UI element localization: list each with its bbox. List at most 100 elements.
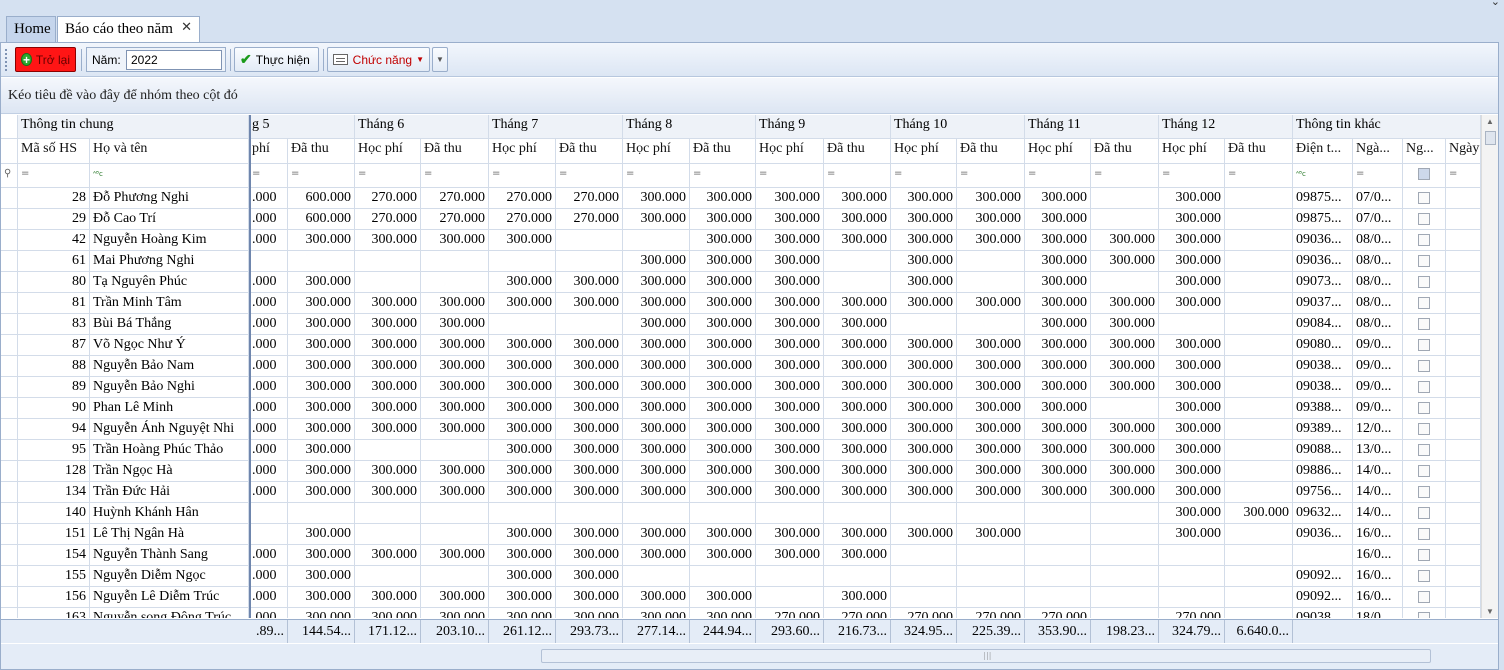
cell-amount[interactable]: [1159, 587, 1225, 608]
cell-amount[interactable]: 300.000: [355, 545, 421, 566]
filter-checkbox[interactable]: [1418, 168, 1430, 180]
cell-join-date[interactable]: [1446, 440, 1481, 461]
cell-amount[interactable]: 300.000: [756, 419, 824, 440]
cell-phone[interactable]: 09389...: [1293, 419, 1353, 440]
cell-amount[interactable]: 300.000: [957, 377, 1025, 398]
cell-amount[interactable]: [891, 503, 957, 524]
cell-amount[interactable]: 300.000: [288, 419, 355, 440]
cell-amount[interactable]: 300.000: [957, 209, 1025, 230]
cell-amount[interactable]: [957, 272, 1025, 293]
row-checkbox[interactable]: [1418, 444, 1430, 456]
row-indicator[interactable]: [1, 524, 18, 545]
cell-amount[interactable]: 300.000: [1025, 482, 1091, 503]
cell-amount[interactable]: 300.000: [824, 482, 891, 503]
cell-amount[interactable]: 300.000: [1025, 356, 1091, 377]
cell-date[interactable]: 08/0...: [1353, 293, 1403, 314]
cell-student-id[interactable]: 163: [18, 608, 90, 618]
cell-phone[interactable]: 09632...: [1293, 503, 1353, 524]
cell-amount[interactable]: 600.000: [288, 209, 355, 230]
column-header-paid[interactable]: Đã thu: [421, 139, 489, 164]
row-checkbox[interactable]: [1418, 423, 1430, 435]
row-indicator[interactable]: [1, 335, 18, 356]
cell-amount[interactable]: 300.000: [690, 188, 756, 209]
cell-student-id[interactable]: 156: [18, 587, 90, 608]
cell-join-date[interactable]: [1446, 608, 1481, 618]
year-input[interactable]: [126, 50, 222, 70]
cell-amount[interactable]: 600.000: [288, 188, 355, 209]
band-m9[interactable]: Tháng 9: [756, 115, 891, 139]
cell-checkbox[interactable]: [1403, 524, 1446, 545]
cell-date[interactable]: 16/0...: [1353, 524, 1403, 545]
cell-amount[interactable]: 300.000: [556, 398, 623, 419]
cell-full-name[interactable]: Phan Lê Minh: [90, 398, 249, 419]
cell-amount[interactable]: 300.000: [1091, 293, 1159, 314]
cell-phone[interactable]: 09088...: [1293, 440, 1353, 461]
row-indicator[interactable]: [1, 461, 18, 482]
column-header-join-date[interactable]: Ngày n: [1446, 139, 1481, 164]
cell-amount[interactable]: 300.000: [489, 356, 556, 377]
cell-full-name[interactable]: Nguyễn Thành Sang: [90, 545, 249, 566]
cell-amount[interactable]: 300.000: [623, 293, 690, 314]
cell-amount[interactable]: 300.000: [556, 482, 623, 503]
cell-checkbox[interactable]: [1403, 335, 1446, 356]
cell-checkbox[interactable]: [1403, 545, 1446, 566]
cell-phone[interactable]: 09080...: [1293, 335, 1353, 356]
cell-amount[interactable]: 300.000: [1091, 251, 1159, 272]
cell-checkbox[interactable]: [1403, 272, 1446, 293]
cell-amount[interactable]: 300.000: [824, 230, 891, 251]
cell-amount[interactable]: [957, 251, 1025, 272]
cell-amount[interactable]: 300.000: [489, 566, 556, 587]
cell-amount[interactable]: 270.000: [1025, 608, 1091, 618]
vertical-scroll-thumb[interactable]: [1485, 131, 1496, 145]
cell-amount[interactable]: 300.000: [1225, 503, 1293, 524]
cell-amount[interactable]: 300.000: [824, 377, 891, 398]
cell-amount[interactable]: 300.000: [556, 356, 623, 377]
cell-amount[interactable]: 270.000: [957, 608, 1025, 618]
cell-amount[interactable]: .000: [249, 545, 288, 566]
cell-amount[interactable]: [690, 566, 756, 587]
cell-date[interactable]: 16/0...: [1353, 587, 1403, 608]
cell-join-date[interactable]: [1446, 230, 1481, 251]
row-indicator[interactable]: [1, 188, 18, 209]
cell-amount[interactable]: 300.000: [421, 398, 489, 419]
cell-phone[interactable]: 09038...: [1293, 608, 1353, 618]
scroll-down-icon[interactable]: ▼: [1486, 607, 1494, 616]
column-header-date[interactable]: Ngà...: [1353, 139, 1403, 164]
cell-date[interactable]: 09/0...: [1353, 377, 1403, 398]
filter-cell[interactable]: [1403, 164, 1446, 188]
cell-amount[interactable]: 300.000: [556, 440, 623, 461]
cell-amount[interactable]: [355, 251, 421, 272]
cell-amount[interactable]: 300.000: [1159, 482, 1225, 503]
cell-join-date[interactable]: [1446, 314, 1481, 335]
cell-student-id[interactable]: 94: [18, 419, 90, 440]
cell-join-date[interactable]: [1446, 356, 1481, 377]
cell-amount[interactable]: [1159, 314, 1225, 335]
cell-amount[interactable]: 300.000: [1025, 293, 1091, 314]
cell-amount[interactable]: [957, 566, 1025, 587]
cell-amount[interactable]: 300.000: [556, 566, 623, 587]
cell-checkbox[interactable]: [1403, 419, 1446, 440]
cell-full-name[interactable]: Võ Ngọc Như Ý: [90, 335, 249, 356]
cell-amount[interactable]: 300.000: [1025, 440, 1091, 461]
column-header-ng[interactable]: Ng...: [1403, 139, 1446, 164]
cell-amount[interactable]: 300.000: [623, 272, 690, 293]
cell-full-name[interactable]: Nguyễn Hoàng Kim: [90, 230, 249, 251]
cell-amount[interactable]: [1225, 461, 1293, 482]
cell-amount[interactable]: 300.000: [1091, 482, 1159, 503]
cell-student-id[interactable]: 88: [18, 356, 90, 377]
cell-amount[interactable]: 300.000: [556, 335, 623, 356]
cell-amount[interactable]: [756, 587, 824, 608]
cell-amount[interactable]: [957, 314, 1025, 335]
cell-amount[interactable]: 300.000: [824, 524, 891, 545]
cell-student-id[interactable]: 89: [18, 377, 90, 398]
cell-amount[interactable]: [1091, 545, 1159, 566]
cell-amount[interactable]: 300.000: [489, 608, 556, 618]
cell-amount[interactable]: 300.000: [556, 272, 623, 293]
cell-amount[interactable]: 300.000: [957, 419, 1025, 440]
cell-amount[interactable]: 300.000: [489, 461, 556, 482]
cell-amount[interactable]: 300.000: [756, 461, 824, 482]
row-indicator[interactable]: [1, 608, 18, 618]
cell-amount[interactable]: .000: [249, 314, 288, 335]
cell-amount[interactable]: 300.000: [1159, 251, 1225, 272]
cell-amount[interactable]: [690, 503, 756, 524]
